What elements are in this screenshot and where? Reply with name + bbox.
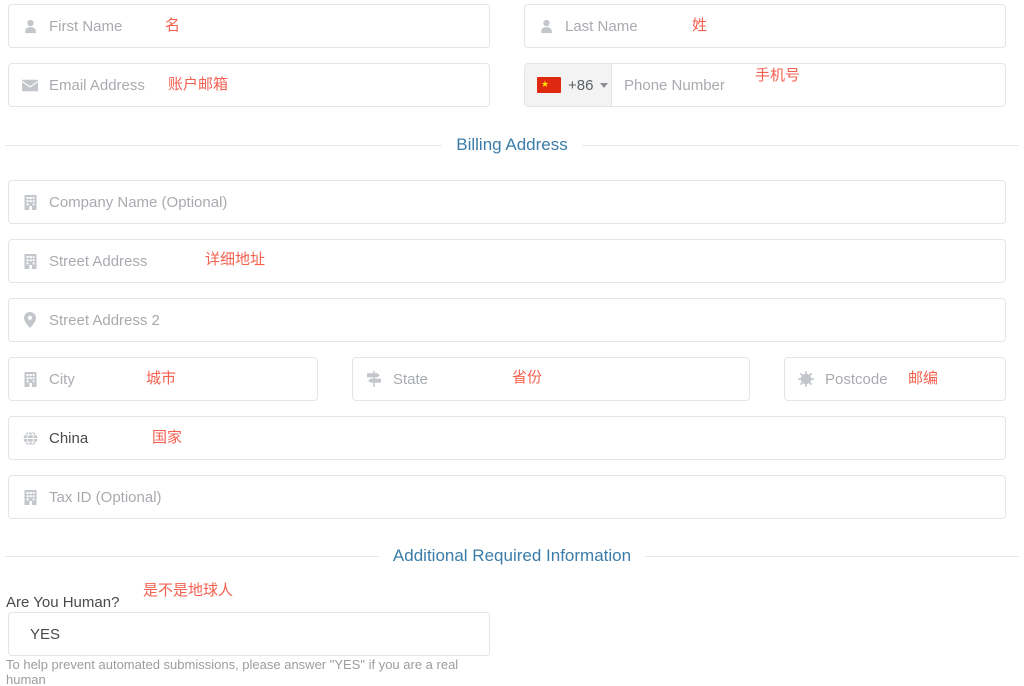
street-address-2-field[interactable]: Street Address 2 (8, 298, 1006, 342)
are-you-human-annotation: 是不是地球人 (143, 582, 234, 599)
chevron-down-icon[interactable] (600, 82, 609, 88)
additional-info-divider: Additional Required Information (5, 546, 1019, 566)
city-placeholder: City (49, 370, 75, 388)
state-placeholder: State (393, 370, 429, 388)
map-pin-icon (21, 311, 39, 329)
phone-annotation: 手机号 (755, 67, 801, 84)
user-icon (537, 17, 555, 35)
country-value: China (49, 429, 89, 447)
divider-line-left (5, 555, 379, 557)
last-name-field[interactable]: Last Name (524, 4, 1006, 48)
are-you-human-value: YES (30, 625, 61, 643)
building-icon (21, 193, 39, 211)
divider-line-left (5, 144, 443, 146)
street-address-annotation: 详细地址 (205, 251, 266, 268)
postcode-annotation: 邮编 (908, 370, 939, 387)
company-name-placeholder: Company Name (Optional) (49, 193, 228, 211)
tax-id-placeholder: Tax ID (Optional) (49, 488, 162, 506)
divider-line-right (581, 144, 1020, 146)
postcode-placeholder: Postcode (825, 370, 888, 388)
country-annotation: 国家 (152, 429, 183, 446)
city-annotation: 城市 (146, 370, 177, 387)
company-name-field[interactable]: Company Name (Optional) (8, 180, 1006, 224)
sun-burst-icon (797, 370, 815, 388)
globe-icon (21, 429, 39, 447)
country-code-label: +86 (568, 76, 594, 94)
street-address-2-placeholder: Street Address 2 (49, 311, 160, 329)
building-icon (21, 252, 39, 270)
first-name-annotation: 名 (165, 17, 181, 34)
are-you-human-input[interactable]: YES (8, 612, 490, 656)
state-field[interactable]: State (352, 357, 750, 401)
registration-form-page: First Name 名 Last Name 姓 Email Address 账… (0, 0, 1024, 686)
billing-address-divider: Billing Address (5, 135, 1020, 155)
are-you-human-help-text: To help prevent automated submissions, p… (6, 657, 459, 686)
email-field[interactable]: Email Address (8, 63, 490, 107)
divider-line-right (645, 555, 1019, 557)
last-name-annotation: 姓 (692, 17, 708, 34)
first-name-field[interactable]: First Name (8, 4, 490, 48)
flag-star: ★ (541, 79, 550, 89)
building-icon (21, 370, 39, 388)
postcode-field[interactable]: Postcode (784, 357, 1006, 401)
first-name-placeholder: First Name (49, 17, 123, 35)
tax-id-field[interactable]: Tax ID (Optional) (8, 475, 1006, 519)
china-flag-icon: ★ (537, 77, 561, 93)
map-signs-icon (365, 370, 383, 388)
email-annotation: 账户邮箱 (168, 76, 229, 93)
billing-address-heading: Billing Address (456, 135, 568, 154)
phone-placeholder: Phone Number (624, 76, 725, 94)
are-you-human-label: Are You Human? (6, 594, 120, 611)
state-annotation: 省份 (512, 369, 543, 386)
street-address-field[interactable]: Street Address (8, 239, 1006, 283)
building-icon (21, 488, 39, 506)
street-address-placeholder: Street Address (49, 252, 148, 270)
last-name-placeholder: Last Name (565, 17, 638, 35)
additional-info-heading: Additional Required Information (392, 546, 632, 565)
country-code-selector[interactable]: ★ +86 (525, 64, 612, 106)
envelope-icon (21, 76, 39, 94)
email-placeholder: Email Address (49, 76, 145, 94)
user-icon (21, 17, 39, 35)
phone-number-input[interactable]: Phone Number (624, 64, 725, 106)
